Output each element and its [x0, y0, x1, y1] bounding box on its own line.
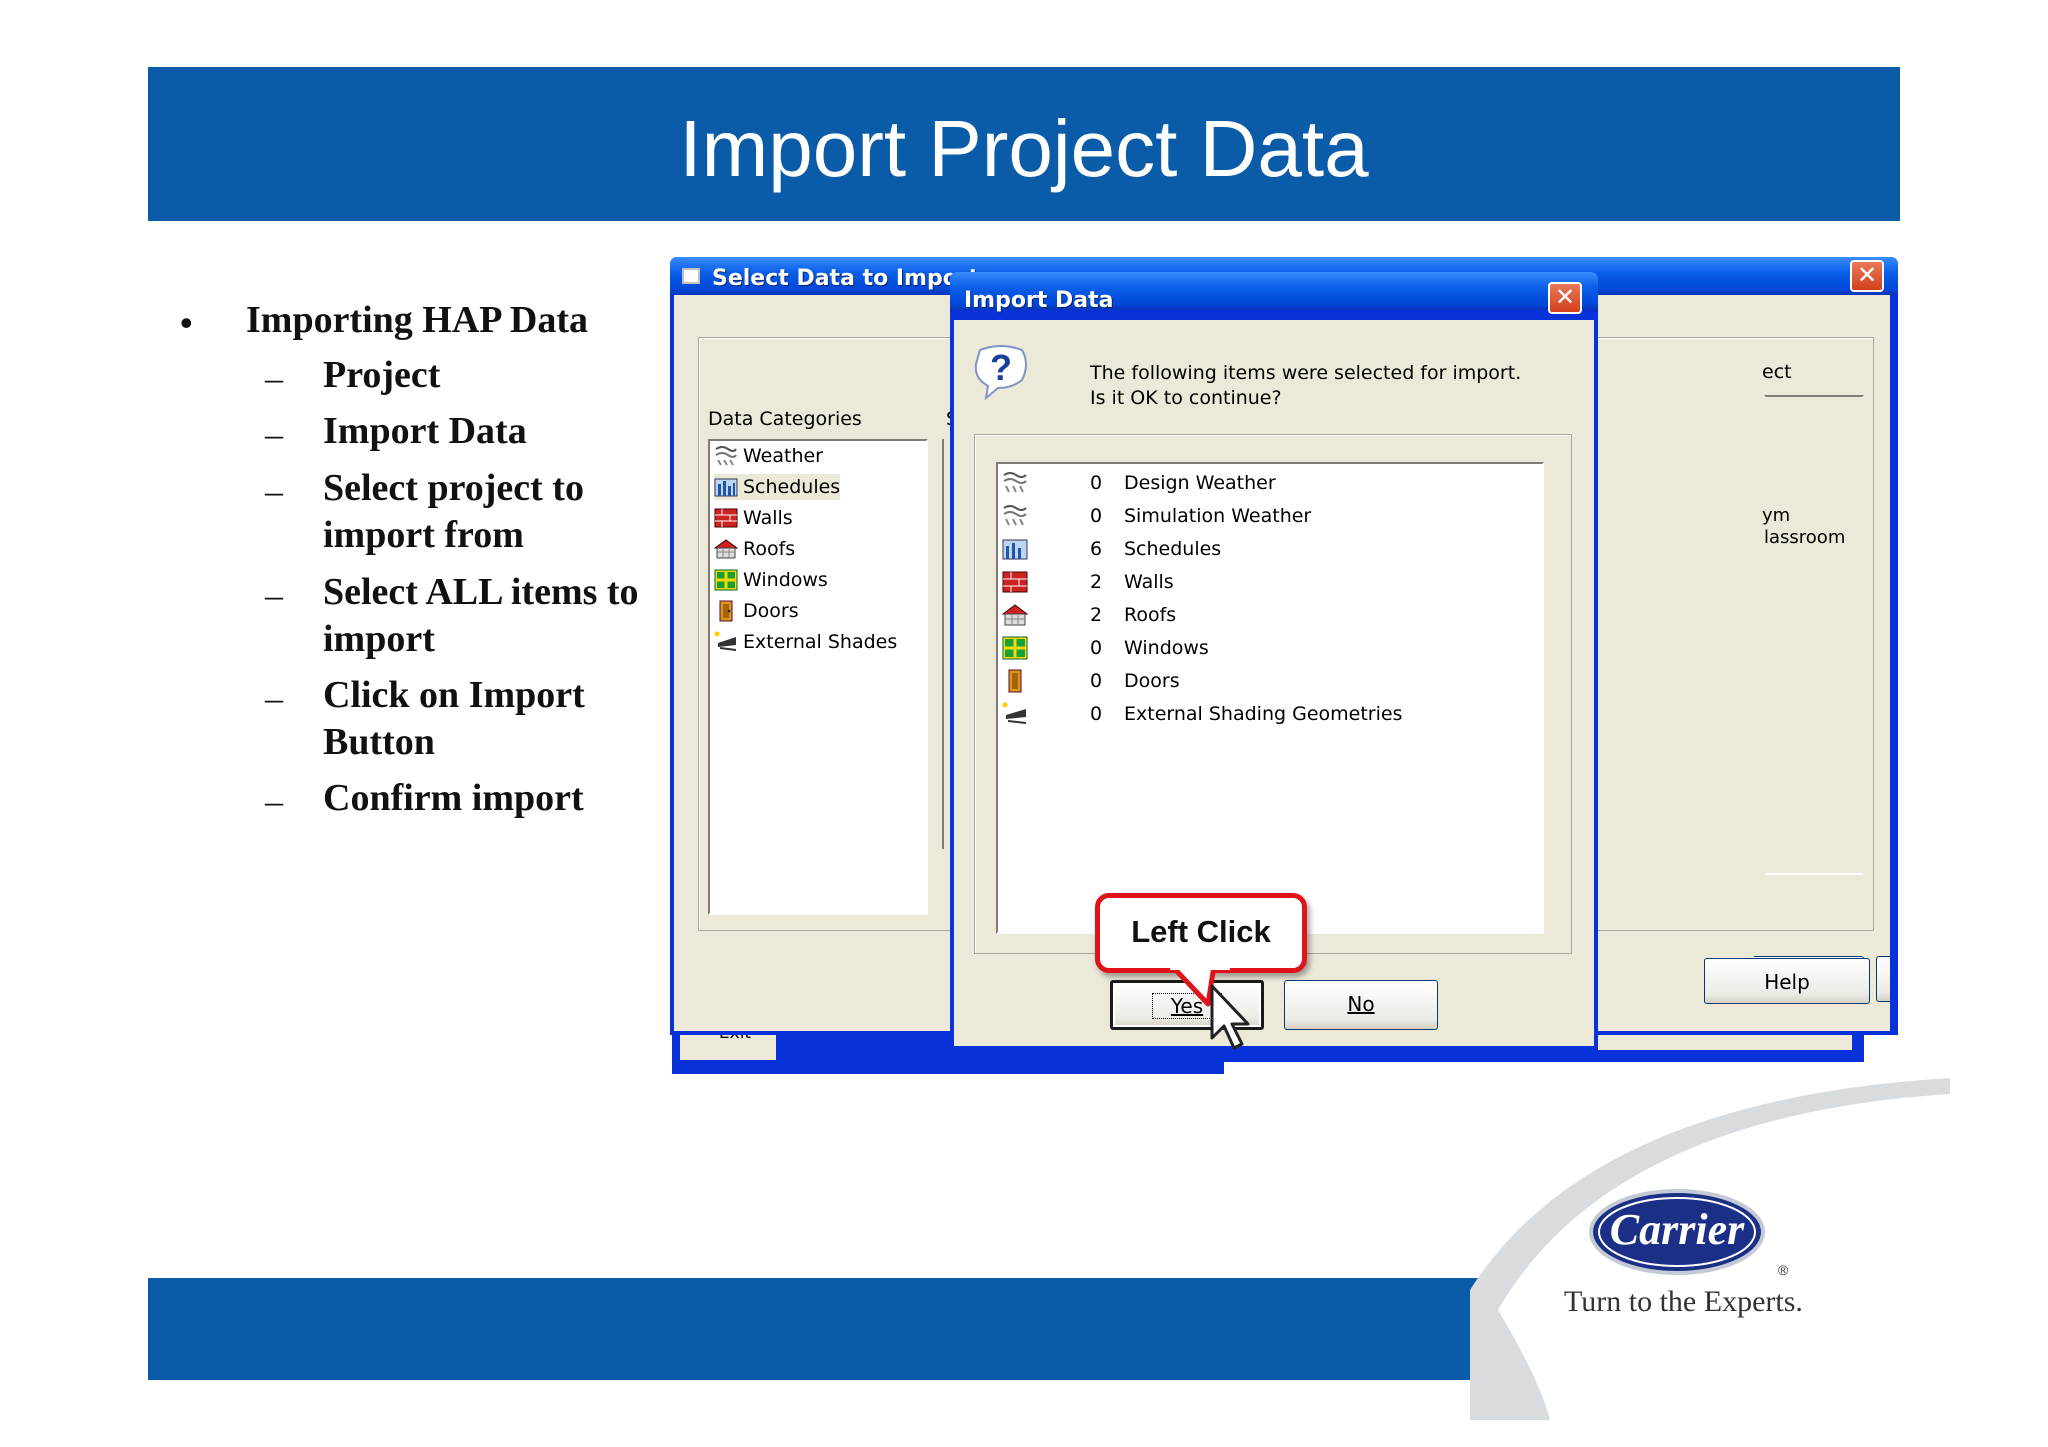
import-item-row[interactable]: 2 Roofs — [1001, 600, 1522, 630]
registered-mark: ® — [1778, 1262, 1789, 1278]
import-item-count: 0 — [1090, 703, 1103, 725]
import-item-count: 6 — [1090, 538, 1103, 560]
import-item-label: Simulation Weather — [1124, 505, 1312, 527]
schedule-icon — [1002, 537, 1028, 561]
close-icon[interactable]: ✕ — [1548, 282, 1582, 314]
category-walls[interactable]: Walls — [714, 505, 793, 531]
sub-item-select-all: Select ALL items to import — [323, 571, 639, 660]
mouse-cursor-icon — [1210, 984, 1250, 1050]
bullet-heading: Importing HAP Data — [246, 299, 588, 341]
category-schedules[interactable]: Schedules — [714, 474, 841, 500]
category-label: External Shades — [743, 631, 898, 653]
category-external-shades[interactable]: External Shades — [714, 629, 897, 655]
schedule-icon — [714, 476, 738, 498]
category-windows[interactable]: Windows — [714, 567, 828, 593]
import-item-row[interactable]: 0 Doors — [1002, 666, 1522, 696]
sub-item-confirm: Confirm import — [323, 777, 584, 819]
import-item-row[interactable]: 0 Design Weather — [1002, 468, 1522, 498]
carrier-logo-text: Carrier — [1609, 1205, 1745, 1254]
import-item-label: Roofs — [1124, 604, 1177, 626]
list-divider — [942, 439, 944, 849]
import-item-row[interactable]: 6 Schedules — [1002, 534, 1522, 564]
select-data-title: Select Data to Import — [712, 266, 980, 291]
import-item-count: 2 — [1090, 571, 1103, 593]
import-item-label: Windows — [1124, 637, 1209, 659]
import-item-count: 0 — [1090, 505, 1103, 527]
left-click-callout: Left Click — [1095, 893, 1307, 973]
slide-title: Import Project Data — [679, 104, 1369, 193]
no-label: No — [1347, 992, 1375, 1016]
app-icon — [682, 268, 700, 284]
weather-icon — [1002, 504, 1028, 528]
svg-text:?: ? — [990, 347, 1012, 388]
bullet-symbol: • — [180, 303, 193, 343]
weather-icon — [1002, 471, 1028, 495]
import-item-label: Walls — [1124, 571, 1174, 593]
category-roofs[interactable]: Roofs — [713, 536, 796, 562]
confirm-message-line-1: The following items were selected for im… — [1090, 362, 1522, 384]
door-icon — [714, 600, 738, 622]
callout-text: Left Click — [1131, 914, 1271, 949]
import-item-label: Design Weather — [1124, 472, 1276, 494]
sub-dash: – — [265, 678, 283, 718]
sub-dash: – — [265, 575, 283, 615]
import-item-label: Schedules — [1124, 538, 1222, 560]
project-list-partial[interactable]: ym lassroom — [1762, 395, 1864, 875]
wall-icon — [714, 507, 738, 529]
data-categories-list[interactable]: Weather Schedules Walls Roofs Windows Do… — [708, 439, 928, 915]
import-item-row[interactable]: 2 Walls — [1002, 567, 1522, 597]
partial-select-project-label: ect — [1762, 361, 1792, 383]
weather-icon — [714, 445, 738, 467]
sub-item-project: Project — [323, 354, 441, 396]
import-item-count: 0 — [1090, 472, 1103, 494]
carrier-tagline: Turn to the Experts. — [1564, 1285, 1803, 1318]
sub-dash: – — [265, 781, 283, 821]
window-right-edge — [1890, 295, 1898, 1035]
carrier-logo: Carrier — [1588, 1188, 1766, 1276]
sub-item-select-project: Select project to import from — [323, 467, 584, 556]
import-data-titlebar[interactable]: Import Data — [950, 272, 1598, 313]
import-item-count: 0 — [1090, 670, 1103, 692]
import-items-list[interactable]: 0 Design Weather 0 Simulation Weather 6 Sched… — [996, 462, 1544, 934]
category-label: Roofs — [743, 538, 796, 560]
help-button-edge — [1876, 956, 1890, 1002]
data-categories-label: Data Categories — [708, 408, 862, 430]
wall-icon — [1002, 570, 1028, 594]
window-icon — [714, 569, 738, 591]
category-label: Schedules — [743, 476, 841, 498]
import-item-row[interactable]: 0 Simulation Weather — [1002, 501, 1522, 531]
sub-item-import-data: Import Data — [323, 410, 527, 452]
import-item-label: Doors — [1124, 670, 1180, 692]
roof-icon — [713, 538, 739, 560]
help-button[interactable]: Help — [1704, 958, 1870, 1004]
shade-icon — [714, 631, 738, 653]
sub-dash: – — [265, 471, 283, 511]
project-item-partial[interactable]: lassroom — [1764, 527, 1845, 548]
window-icon — [1002, 636, 1028, 660]
no-button[interactable]: No — [1284, 980, 1438, 1030]
roof-icon — [1001, 603, 1029, 627]
slide-title-bar: Import Project Data — [148, 67, 1900, 221]
sub-dash: – — [265, 358, 283, 398]
sub-dash: – — [265, 414, 283, 454]
question-icon: ? — [972, 344, 1030, 401]
category-label: Doors — [743, 600, 799, 622]
project-item-partial[interactable]: ym — [1762, 505, 1790, 526]
confirm-message-line-2: Is it OK to continue? — [1090, 387, 1282, 409]
import-item-row[interactable]: 0 External Shading Geometries — [1002, 699, 1522, 729]
door-icon — [1002, 669, 1028, 693]
category-weather[interactable]: Weather — [714, 443, 823, 469]
category-label: Weather — [743, 445, 823, 467]
import-item-label: External Shading Geometries — [1124, 703, 1403, 725]
shade-icon — [1002, 702, 1028, 726]
import-item-row[interactable]: 0 Windows — [1002, 633, 1522, 663]
category-label: Windows — [743, 569, 828, 591]
import-item-count: 0 — [1090, 637, 1103, 659]
import-data-title: Import Data — [964, 288, 1114, 313]
close-icon[interactable]: ✕ — [1850, 260, 1884, 292]
category-doors[interactable]: Doors — [714, 598, 799, 624]
category-label: Walls — [743, 507, 793, 529]
sub-item-click-import: Click on Import Button — [323, 674, 585, 763]
import-item-count: 2 — [1090, 604, 1103, 626]
